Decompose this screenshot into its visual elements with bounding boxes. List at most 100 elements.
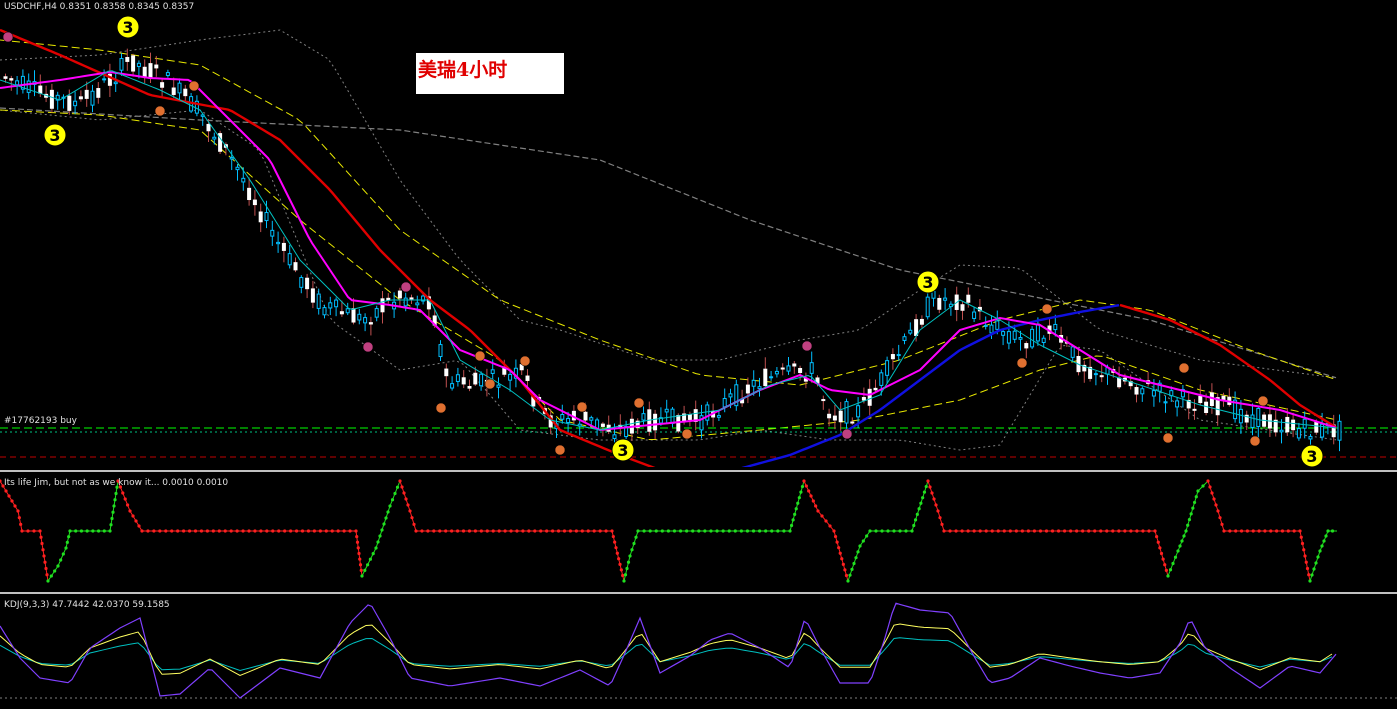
jim-indicator-dot <box>1298 529 1302 533</box>
jim-indicator-dot <box>393 491 397 496</box>
jim-indicator-dot <box>152 529 156 533</box>
candle-body <box>287 253 292 266</box>
jim-indicator-dot <box>378 534 382 538</box>
jim-indicator-dot <box>835 540 839 544</box>
jim-indicator-dot <box>820 514 824 518</box>
jim-indicator-dot <box>176 529 180 533</box>
jim-indicator-dot <box>1196 489 1200 493</box>
jim-indicator-dot <box>41 548 45 552</box>
jim-indicator-dot <box>1299 535 1303 539</box>
candle-body <box>879 372 884 386</box>
jim-indicator-dot <box>611 534 615 539</box>
jim-indicator-dot <box>1056 529 1061 533</box>
jim-indicator-dot <box>840 557 844 561</box>
kdj-indicator-pane[interactable]: KDJ(9,3,3) 47.7442 42.0370 59.1585 <box>0 598 1397 709</box>
jim-indicator-dot <box>764 529 768 533</box>
jim-indicator-dot <box>312 529 316 533</box>
jim-indicator-dot <box>802 479 806 483</box>
jim-indicator-line <box>361 480 401 577</box>
jim-indicator-dot <box>1155 535 1159 539</box>
candle-body <box>885 360 890 376</box>
candle-body <box>142 66 147 77</box>
price-chart-canvas: 3 3 3 3 3 <box>0 15 1397 467</box>
jim-indicator-dot <box>1171 561 1175 566</box>
candle-body <box>792 363 797 367</box>
jim-indicator-dot <box>1087 529 1091 533</box>
signal-dot-icon <box>519 355 531 367</box>
jim-indicator-dot <box>1129 529 1133 533</box>
jim-indicator-dot <box>814 504 818 508</box>
jim-indicator-dot <box>1105 529 1109 533</box>
pane-divider[interactable] <box>0 592 1397 594</box>
jim-indicator-dot <box>921 496 925 500</box>
jim-indicator-dot <box>74 529 78 533</box>
jim-indicator-dot <box>954 529 958 533</box>
jim-indicator-dot <box>406 503 410 507</box>
jim-indicator-dot <box>832 529 836 533</box>
jim-indicator-dot <box>1050 529 1055 533</box>
candle-body <box>136 62 141 68</box>
jim-indicator-dot <box>0 479 2 483</box>
jim-indicator-dot <box>1316 555 1320 559</box>
candle-body <box>1151 390 1156 397</box>
candle-body <box>363 317 368 324</box>
jim-indicator-dot <box>289 529 293 533</box>
signal-marker-label: 3 <box>49 126 60 145</box>
jim-indicator-dot <box>568 529 573 533</box>
candle-body <box>566 417 571 424</box>
jim-indicator-dot <box>17 516 21 520</box>
jim-indicator-dot <box>53 569 57 573</box>
jim-indicator-dot <box>1158 546 1162 550</box>
jim-indicator-dot <box>388 504 392 508</box>
jim-indicator-dot <box>776 529 780 533</box>
jim-indicator-dot <box>253 529 257 533</box>
candle-body <box>9 78 14 81</box>
candle-body <box>914 319 919 336</box>
candle-body <box>67 95 72 111</box>
jim-indicator-dot <box>26 529 30 533</box>
candle-body <box>1221 395 1226 401</box>
jim-indicator-dot <box>1286 529 1290 533</box>
jim-indicator-dot <box>904 529 908 533</box>
jim-indicator-dot <box>438 529 442 533</box>
candle-body <box>345 308 350 314</box>
jim-indicator-dot <box>666 529 671 533</box>
pane-divider[interactable] <box>0 470 1397 472</box>
candle-body <box>1308 436 1313 440</box>
jim-indicator-dot <box>1214 503 1218 507</box>
jim-indicator-dot <box>545 529 549 533</box>
jim-indicator-dot <box>318 529 322 533</box>
jim-indicator-dot <box>1032 529 1037 533</box>
candle-body <box>983 324 988 327</box>
jim-indicator-dot <box>128 509 132 513</box>
jim-indicator-dot <box>1320 544 1324 548</box>
candle-body <box>600 423 605 427</box>
chart-text-label[interactable]: 美瑞4小时 <box>416 53 564 94</box>
jim-indicator-dot <box>348 529 352 533</box>
jim-indicator-dot <box>672 529 677 533</box>
jim-indicator-dot <box>412 522 416 526</box>
jim-indicator-dot <box>42 554 46 558</box>
jim-indicator-dot <box>1123 529 1127 533</box>
jim-indicator-dot <box>1192 500 1197 505</box>
candle-body <box>1285 416 1290 433</box>
jim-indicator-dot <box>19 522 23 526</box>
jim-indicator-dot <box>1156 540 1160 544</box>
jim-indicator-dot <box>330 529 334 533</box>
price-chart-pane[interactable]: 3 3 3 3 3 USDCHF,H4 0.8351 0.8358 0.8345 0.8… <box>0 0 1397 467</box>
jim-indicator-pane[interactable]: Its life Jim, but not as we know it... 0… <box>0 476 1397 590</box>
signal-dot-icon <box>1257 395 1269 407</box>
jim-indicator-dot <box>1263 529 1267 533</box>
jim-indicator-dot <box>934 503 938 507</box>
candle-body <box>925 296 930 318</box>
candle-body <box>102 78 107 81</box>
jim-indicator-dot <box>1194 495 1198 499</box>
jim-indicator-dot <box>491 529 495 533</box>
jim-indicator-dot <box>1159 551 1164 556</box>
candle-body <box>838 410 843 423</box>
jim-indicator-dot <box>368 557 372 561</box>
jim-indicator-dot <box>824 519 828 523</box>
candle-body <box>415 302 420 306</box>
jim-indicator-dot <box>43 560 47 564</box>
jim-indicator-dot <box>410 516 414 520</box>
